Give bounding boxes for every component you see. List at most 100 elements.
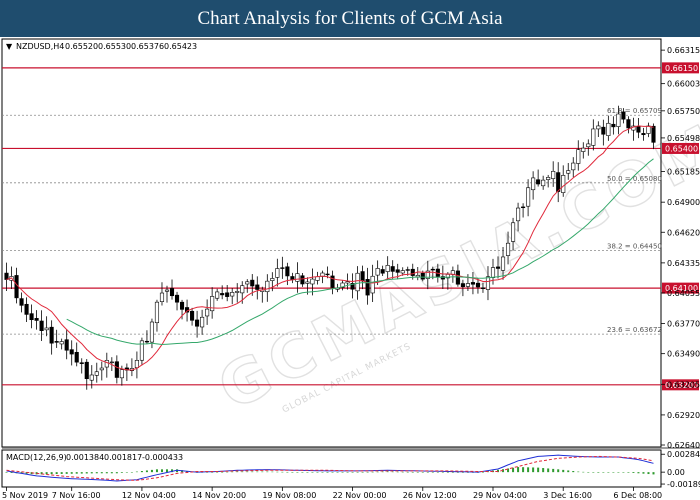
chart-svg: GCMASIA.COM GLOBAL CAPITAL MARKETS ▼ NZD…: [0, 37, 700, 500]
candle-body: [315, 276, 320, 281]
histogram-bar: [301, 472, 304, 473]
histogram-bar: [135, 471, 138, 473]
histogram-bar: [306, 472, 309, 473]
candle-body: [591, 128, 596, 146]
candle-body: [74, 351, 79, 363]
candle-body: [59, 341, 64, 345]
histogram-bar: [441, 472, 444, 473]
candle-body: [611, 123, 616, 128]
indicator-tick-label: -0.00189: [667, 480, 700, 489]
candle-body: [420, 272, 425, 280]
histogram-bar: [221, 472, 224, 473]
time-tick-label: 22 Nov 00:00: [333, 491, 387, 500]
candle-body: [596, 125, 601, 130]
candle-body: [54, 341, 59, 343]
time-tick-label: 12 Nov 04:00: [122, 491, 176, 500]
histogram-bar: [627, 472, 630, 473]
candle-body: [250, 279, 255, 287]
candle-body: [200, 316, 205, 328]
price-tick-label: 0.64620: [667, 228, 700, 237]
candle-body: [19, 298, 24, 306]
candle-body: [235, 291, 240, 293]
histogram-bar: [451, 472, 454, 473]
candle-body: [455, 270, 460, 285]
histogram-bar: [256, 471, 259, 473]
indicator-label: MACD(12,26,9): [6, 453, 67, 462]
histogram-bar: [115, 472, 118, 474]
candle-body: [220, 293, 225, 296]
candle-body: [606, 122, 611, 136]
candle-body: [29, 313, 34, 321]
histogram-bar: [80, 472, 83, 474]
histogram-bar: [90, 472, 93, 474]
histogram-bar: [652, 472, 655, 475]
candle-body: [205, 308, 210, 317]
histogram-bar: [386, 471, 389, 473]
histogram-bar: [597, 472, 600, 473]
candle-body: [395, 269, 400, 273]
ohlc-value: 0.65530: [98, 42, 131, 51]
price-tick-label: 0.66315: [667, 46, 700, 55]
candle-body: [169, 288, 175, 297]
histogram-bar: [286, 471, 289, 473]
histogram-bar: [95, 472, 98, 474]
histogram-bar: [70, 472, 73, 474]
ohlc-value: 0.65520: [65, 42, 98, 51]
fib-label: 61.8 = 0.65709: [607, 107, 662, 115]
candle-body: [480, 287, 486, 289]
histogram-bar: [637, 472, 640, 474]
candle-body: [370, 275, 375, 294]
histogram-bar: [341, 472, 344, 473]
candle-body: [285, 266, 290, 277]
time-tick-label: 7 Nov 16:00: [52, 491, 101, 500]
histogram-bar: [351, 472, 354, 473]
histogram-bar: [45, 472, 48, 475]
candle-body: [179, 301, 185, 310]
histogram-bar: [642, 472, 645, 474]
histogram-bar: [396, 471, 399, 473]
histogram-bar: [401, 471, 404, 473]
candle-body: [345, 281, 350, 284]
candle-body: [164, 289, 170, 292]
indicator-tick-label: 0.00: [667, 468, 685, 477]
candle-body: [14, 275, 19, 299]
candle-body: [526, 187, 531, 207]
histogram-bar: [266, 471, 269, 473]
histogram-bar: [85, 472, 88, 474]
candle-body: [641, 133, 646, 136]
symbol-toggle-icon[interactable]: ▼: [6, 42, 13, 51]
candle-body: [134, 360, 139, 369]
histogram-bar: [336, 472, 339, 473]
histogram-bar: [406, 471, 409, 473]
price-tick-label: 0.62920: [667, 411, 700, 420]
histogram-bar: [431, 472, 434, 473]
candle-body: [240, 285, 245, 294]
candle-body: [475, 282, 481, 288]
histogram-bar: [110, 472, 113, 474]
histogram-bar: [517, 467, 520, 473]
indicator-value: 0.001384: [66, 453, 104, 462]
histogram-bar: [120, 472, 123, 473]
histogram-bar: [5, 472, 8, 473]
candle-body: [230, 292, 235, 297]
histogram-bar: [542, 468, 545, 473]
candle-body: [571, 162, 576, 171]
histogram-bar: [607, 472, 610, 473]
candle-body: [305, 281, 310, 284]
candle-body: [355, 272, 360, 292]
histogram-bar: [592, 472, 595, 473]
candle-body: [470, 282, 475, 285]
candle-body: [360, 271, 365, 282]
price-tick-label: 0.64900: [667, 198, 700, 207]
histogram-bar: [426, 472, 429, 473]
candle-body: [265, 280, 270, 293]
histogram-bar: [381, 471, 384, 473]
histogram-bar: [160, 469, 163, 473]
candle-body: [49, 326, 54, 344]
indicator-tick-label: 0.002847: [667, 450, 700, 459]
candle-body: [581, 147, 586, 152]
histogram-bar: [622, 472, 625, 473]
histogram-bar: [125, 472, 128, 473]
candle-body: [380, 269, 385, 274]
histogram-bar: [251, 471, 254, 473]
